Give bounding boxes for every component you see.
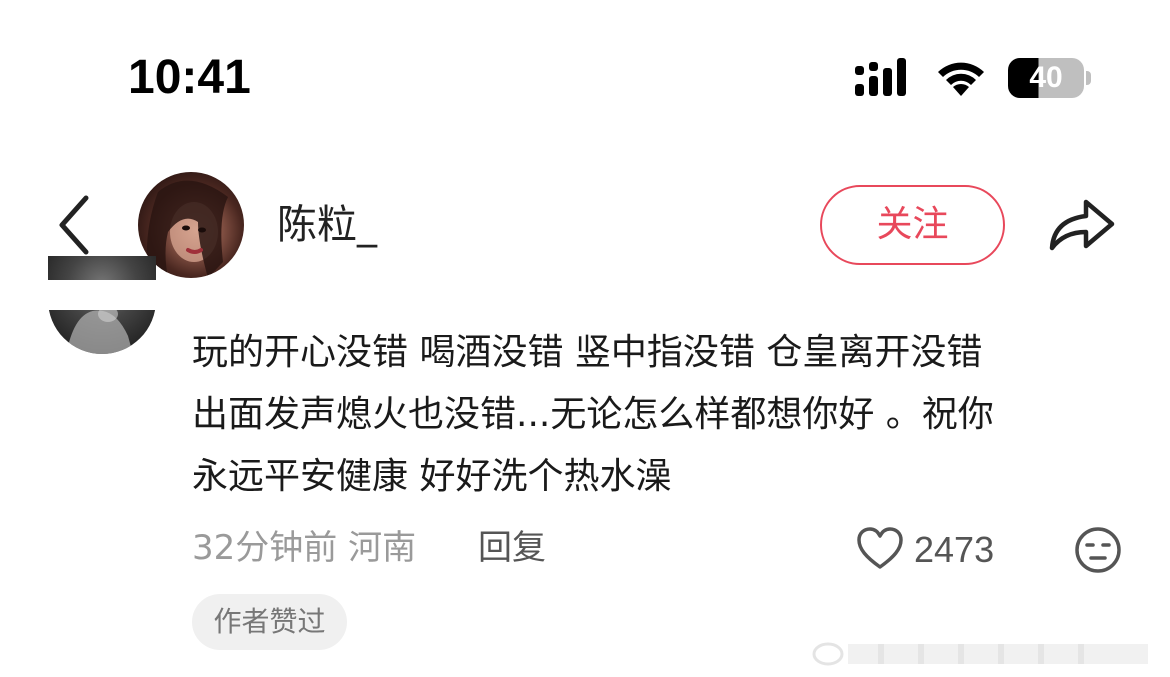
author-username[interactable]: 陈粒_ [277, 200, 377, 250]
author-liked-badge: 作者赞过 [192, 594, 347, 650]
share-arrow-icon[interactable] [1046, 192, 1118, 256]
comment-line: 出面发声熄火也没错...无论怎么样都想你好 。祝你 [192, 394, 994, 435]
comment-body: 玩的开心没错 喝酒没错 竖中指没错 仓皇离开没错 出面发声熄火也没错...无论怎… [192, 322, 1132, 508]
signal-bars-icon [855, 58, 906, 96]
follow-button[interactable]: 关注 [820, 185, 1005, 265]
reply-button[interactable]: 回复 [478, 522, 546, 574]
chevron-left-icon[interactable] [52, 192, 96, 258]
avatar-crop-mask [40, 280, 170, 310]
wifi-icon [938, 62, 984, 96]
comment-line: 玩的开心没错 喝酒没错 竖中指没错 仓皇离开没错 [192, 332, 983, 373]
status-time: 10:41 [128, 51, 251, 104]
emoji-reaction-icon[interactable] [1074, 526, 1122, 574]
battery-level: 40 [1029, 61, 1063, 94]
comment-time-location: 32分钟前 河南 [192, 528, 417, 568]
like-count: 2473 [914, 529, 995, 570]
heart-icon[interactable] [856, 527, 904, 571]
comment-line: 永远平安健康 好好洗个热水澡 [192, 456, 672, 497]
watermark-graphic [812, 642, 1148, 666]
battery-indicator: 40 [1008, 58, 1084, 98]
battery-tip [1086, 71, 1091, 85]
